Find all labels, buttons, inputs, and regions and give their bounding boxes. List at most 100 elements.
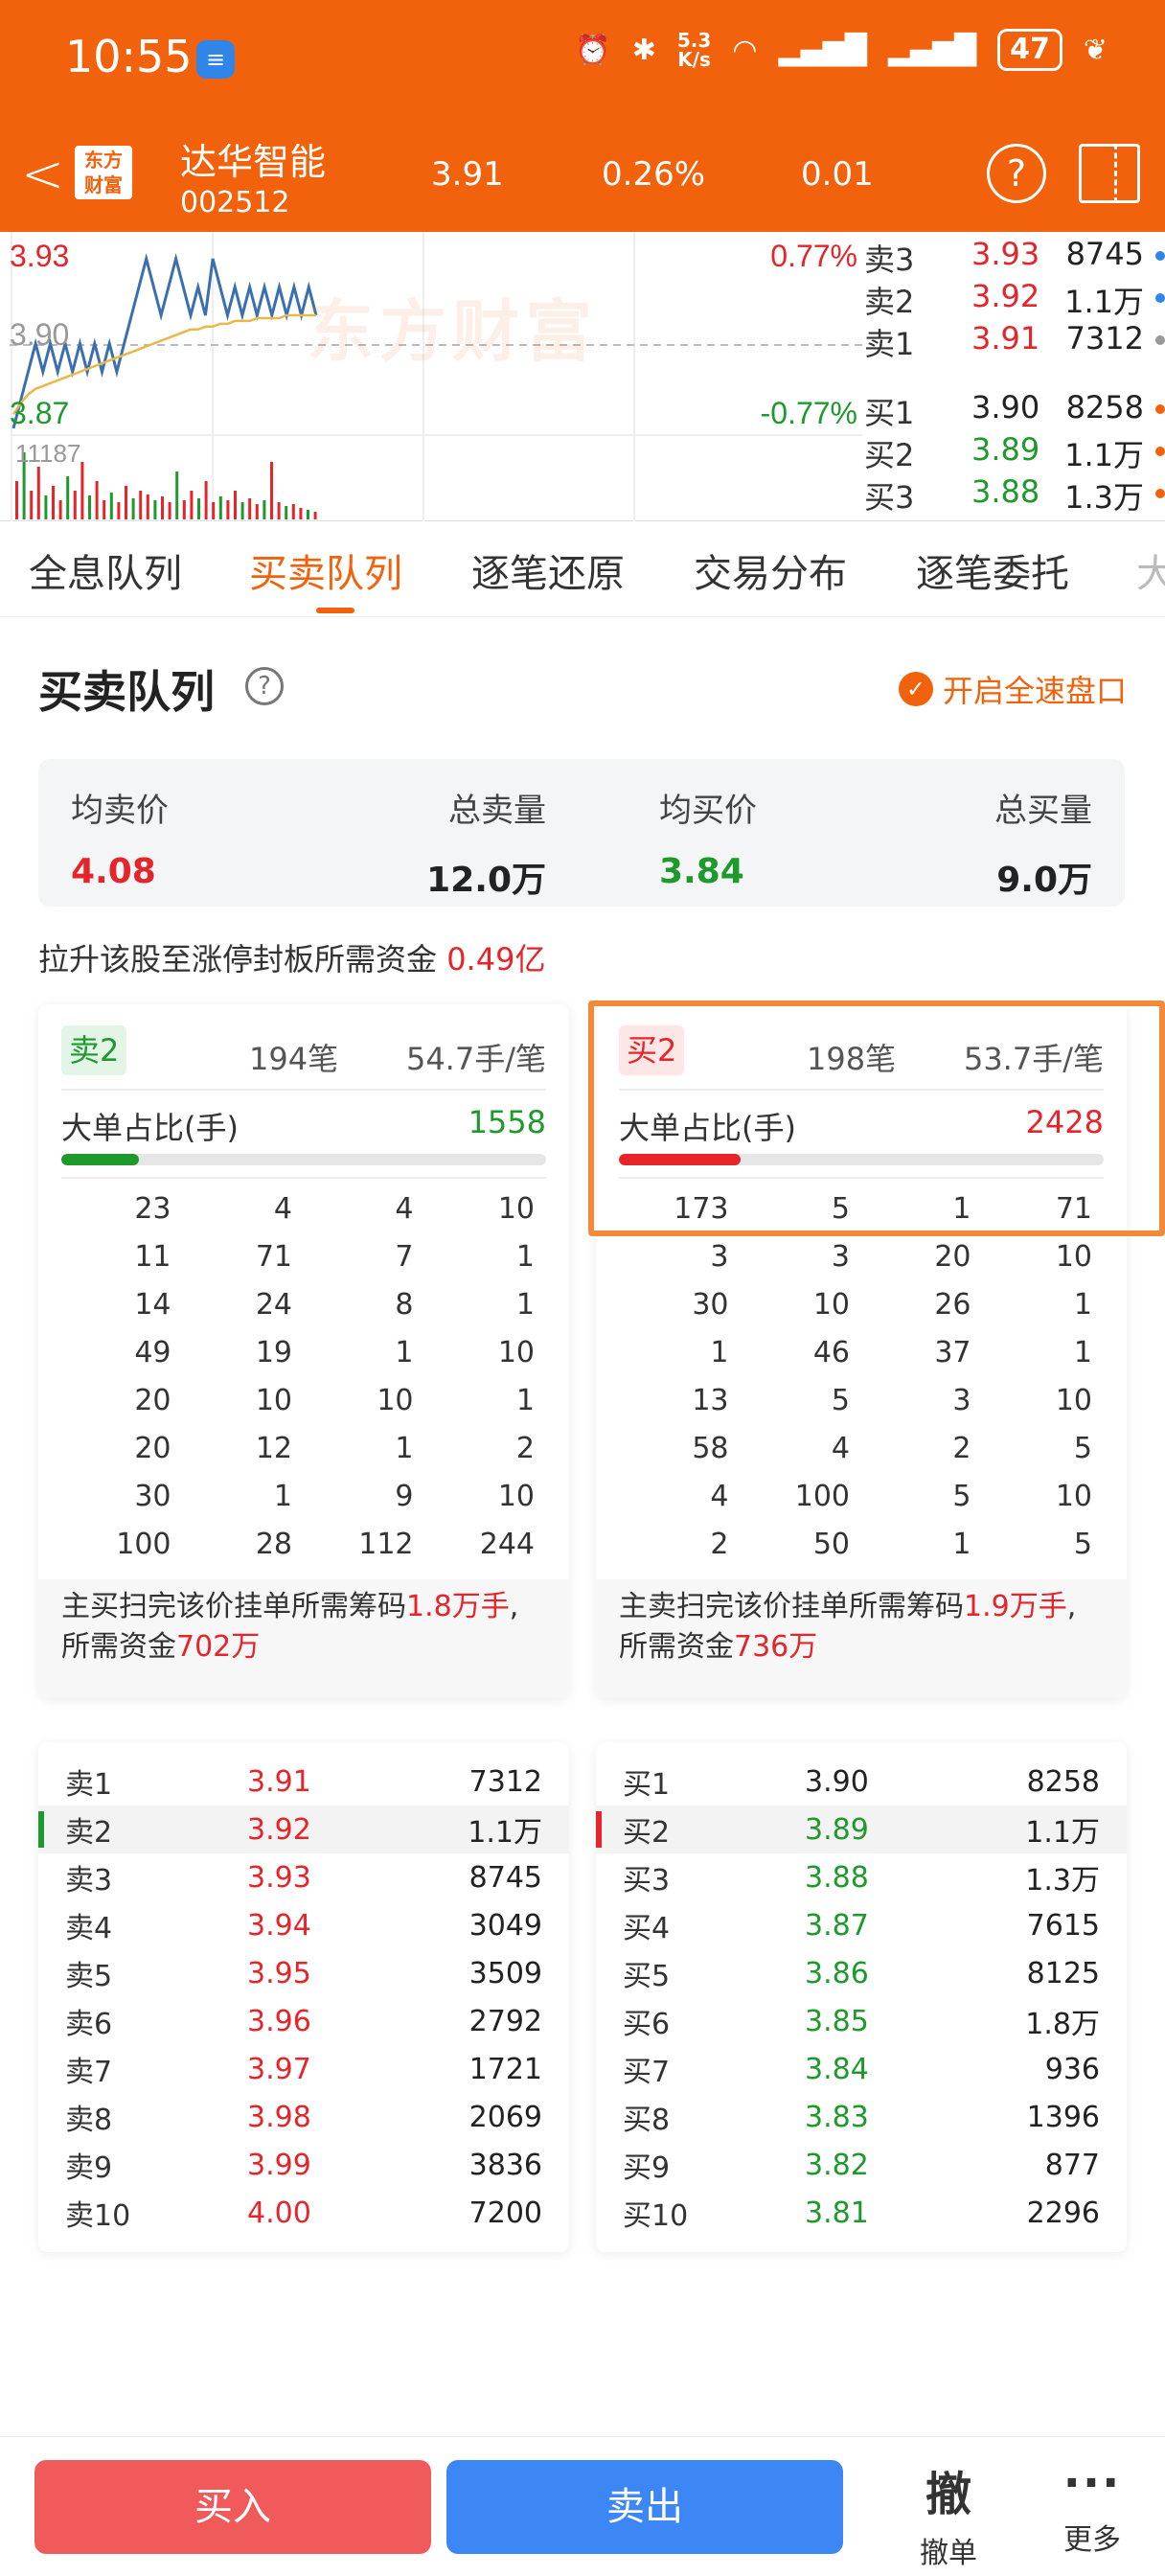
tab-buy-sell-queue[interactable]: 买卖队列 [249, 542, 402, 598]
buy-book-row[interactable]: 买10 3.81 2296 [596, 2189, 1127, 2237]
buy-button[interactable]: 买入 [34, 2460, 431, 2554]
sell-big-order-bar [61, 1154, 546, 1165]
price-mid-label: 3.90 [10, 317, 69, 352]
section-help-icon[interactable]: ? [245, 667, 284, 705]
sell-button[interactable]: 卖出 [446, 2460, 843, 2554]
sell-queue-cell: 12 [255, 1431, 292, 1465]
selected-level-marker [596, 1811, 602, 1848]
buy-book-row[interactable]: 买5 3.86 8125 [596, 1949, 1127, 1997]
logo-line1: 东方 [84, 149, 123, 172]
volume-bar [161, 496, 164, 519]
sell-book-row[interactable]: 卖7 3.97 1721 [38, 2045, 569, 2093]
mini-orderbook-row: 买2 3.89 1.1万 [864, 431, 1165, 473]
volume-bar [103, 500, 106, 519]
more-button[interactable]: ··· 更多 [1052, 2456, 1132, 2558]
mini-orderbook-label: 买2 [864, 437, 915, 473]
sell-book-row[interactable]: 卖4 3.94 3049 [38, 1901, 569, 1949]
limit-up-label: 拉升该股至涨停封板所需资金 [38, 941, 438, 978]
sell-book-row[interactable]: 卖8 3.98 2069 [38, 2093, 569, 2141]
tab-tick-restore[interactable]: 逐笔还原 [471, 542, 625, 598]
sell-book-row[interactable]: 卖1 3.91 7312 [38, 1758, 569, 1806]
switch-layout-icon[interactable] [1079, 144, 1140, 203]
book-level-label: 买1 [623, 1768, 671, 1802]
active-tab-indicator [316, 608, 354, 613]
help-icon[interactable]: ? [987, 144, 1046, 203]
buy-queue-cell: 58 [692, 1431, 729, 1465]
buy-book-row[interactable]: 买2 3.89 1.1万 [596, 1806, 1127, 1853]
volume-bar [234, 491, 237, 519]
buy-queue-cell: 4 [831, 1431, 850, 1465]
buy-queue-cell: 4 [710, 1479, 729, 1513]
book-level-volume: 1.3万 [1025, 1864, 1100, 1898]
sell-book-row[interactable]: 卖2 3.92 1.1万 [38, 1806, 569, 1853]
book-level-label: 卖2 [65, 1816, 113, 1850]
sell-note-text: 主买扫完该价挂单所需筹码 [61, 1590, 406, 1623]
buy-book-row[interactable]: 买4 3.87 7615 [596, 1901, 1127, 1949]
volume-bar [36, 467, 40, 519]
sell-queue-cell: 10 [497, 1335, 535, 1369]
book-level-volume: 3836 [468, 2148, 542, 2182]
sell-queue-per-order: 54.7手/笔 [405, 1041, 546, 1077]
volume-bar [226, 500, 230, 519]
buy-big-order-label: 大单占比(手) [619, 1110, 796, 1146]
selected-level-marker [38, 1811, 44, 1848]
buy-book-row[interactable]: 买8 3.83 1396 [596, 2093, 1127, 2141]
buy-book-card: 买1 3.90 8258 买2 3.89 1.1万 买3 3.88 1.3万 买4 3.87 7615… [596, 1742, 1127, 2252]
buy-book-row[interactable]: 买3 3.88 1.3万 [596, 1853, 1127, 1901]
sell-book-row[interactable]: 卖5 3.95 3509 [38, 1949, 569, 1997]
book-level-price: 4.00 [247, 2196, 311, 2230]
cancel-order-button[interactable]: 撤 撤单 [910, 2456, 987, 2571]
status-bar: 10:55 ≡ ⏰ ✱ 5.3 K/s ◠ ▂▄▆█ ▂▄▆█ 47 ❦ [0, 0, 1165, 115]
volume-max-label: 11187 [15, 439, 80, 468]
buy-book-row[interactable]: 买7 3.84 936 [596, 2045, 1127, 2093]
buy-book-row[interactable]: 买9 3.82 877 [596, 2141, 1127, 2189]
more-icon: ··· [1062, 2456, 1122, 2510]
sell-queue-card[interactable]: 卖2 194笔 54.7手/笔 大单占比(手) 1558 23 4 4 10 11 71 7… [38, 1004, 569, 1698]
book-level-price: 3.95 [247, 1956, 311, 1990]
sell-book-row[interactable]: 卖10 4.00 7200 [38, 2189, 569, 2237]
buy-queue-card[interactable]: 买2 198笔 53.7手/笔 大单占比(手) 2428 173 5 1 71 3 3 20… [596, 1004, 1127, 1698]
book-level-price: 3.96 [247, 2004, 311, 2038]
full-speed-toggle[interactable]: ✓ 开启全速盘口 [898, 667, 1127, 711]
sell-book-row[interactable]: 卖3 3.93 8745 [38, 1853, 569, 1901]
sell-book-row[interactable]: 卖9 3.99 3836 [38, 2141, 569, 2189]
book-level-label: 卖7 [65, 2056, 113, 2089]
cancel-label: 撤单 [920, 2537, 977, 2570]
mini-orderbook-label: 买3 [864, 479, 915, 516]
book-level-volume: 7312 [468, 1764, 542, 1799]
tab-full-queue[interactable]: 全息队列 [29, 542, 182, 598]
tab-more-partial[interactable]: 大 [1136, 542, 1165, 598]
volume-bar [313, 512, 317, 519]
book-level-label: 买4 [623, 1912, 671, 1945]
status-dot-icon [1155, 489, 1165, 498]
total-buy-value: 9.0万 [996, 861, 1092, 900]
buy-note-unit: 手 [1038, 1590, 1067, 1623]
mini-orderbook-price: 3.89 [971, 431, 1040, 468]
mini-orderbook-volume: 8745 [1065, 236, 1144, 272]
buy-queue-cell: 5 [1073, 1431, 1092, 1465]
volume-bar [285, 506, 288, 519]
sell-queue-cell: 1 [515, 1383, 535, 1417]
volume-bar [175, 472, 179, 519]
tab-tick-orders[interactable]: 逐笔委托 [916, 542, 1069, 598]
sell-queue-note: 主买扫完该价挂单所需筹码1.8万手,所需资金702万 [61, 1587, 546, 1668]
buy-queue-cell: 100 [794, 1479, 850, 1513]
mini-intraday-chart[interactable]: 3.93 3.90 3.87 0.77% -0.77% 11187 东方财富 卖3 3.93… [0, 232, 1165, 521]
mini-orderbook-row: 卖2 3.92 1.1万 [864, 278, 1165, 320]
book-level-price: 3.98 [247, 2100, 311, 2134]
buy-book-row[interactable]: 买6 3.85 1.8万 [596, 1997, 1127, 2045]
mini-orderbook-label: 卖1 [864, 326, 915, 362]
buy-queue-row: 3 3 20 10 [619, 1232, 1104, 1280]
tab-trade-distribution[interactable]: 交易分布 [694, 542, 847, 598]
book-level-label: 卖4 [65, 1912, 113, 1945]
avg-buy-value: 3.84 [659, 852, 744, 891]
back-icon[interactable]: < [21, 144, 64, 204]
stock-name[interactable]: 达华智能 [180, 132, 326, 185]
sell-big-order-label: 大单占比(手) [61, 1110, 239, 1146]
sell-book-row[interactable]: 卖6 3.96 2792 [38, 1997, 569, 2045]
buy-book-row[interactable]: 买1 3.90 8258 [596, 1758, 1127, 1806]
sell-queue-cell: 19 [255, 1335, 292, 1369]
volume-bar [218, 496, 222, 519]
buy-queue-cell: 10 [1055, 1479, 1092, 1513]
mini-orderbook-label: 买1 [864, 395, 915, 431]
